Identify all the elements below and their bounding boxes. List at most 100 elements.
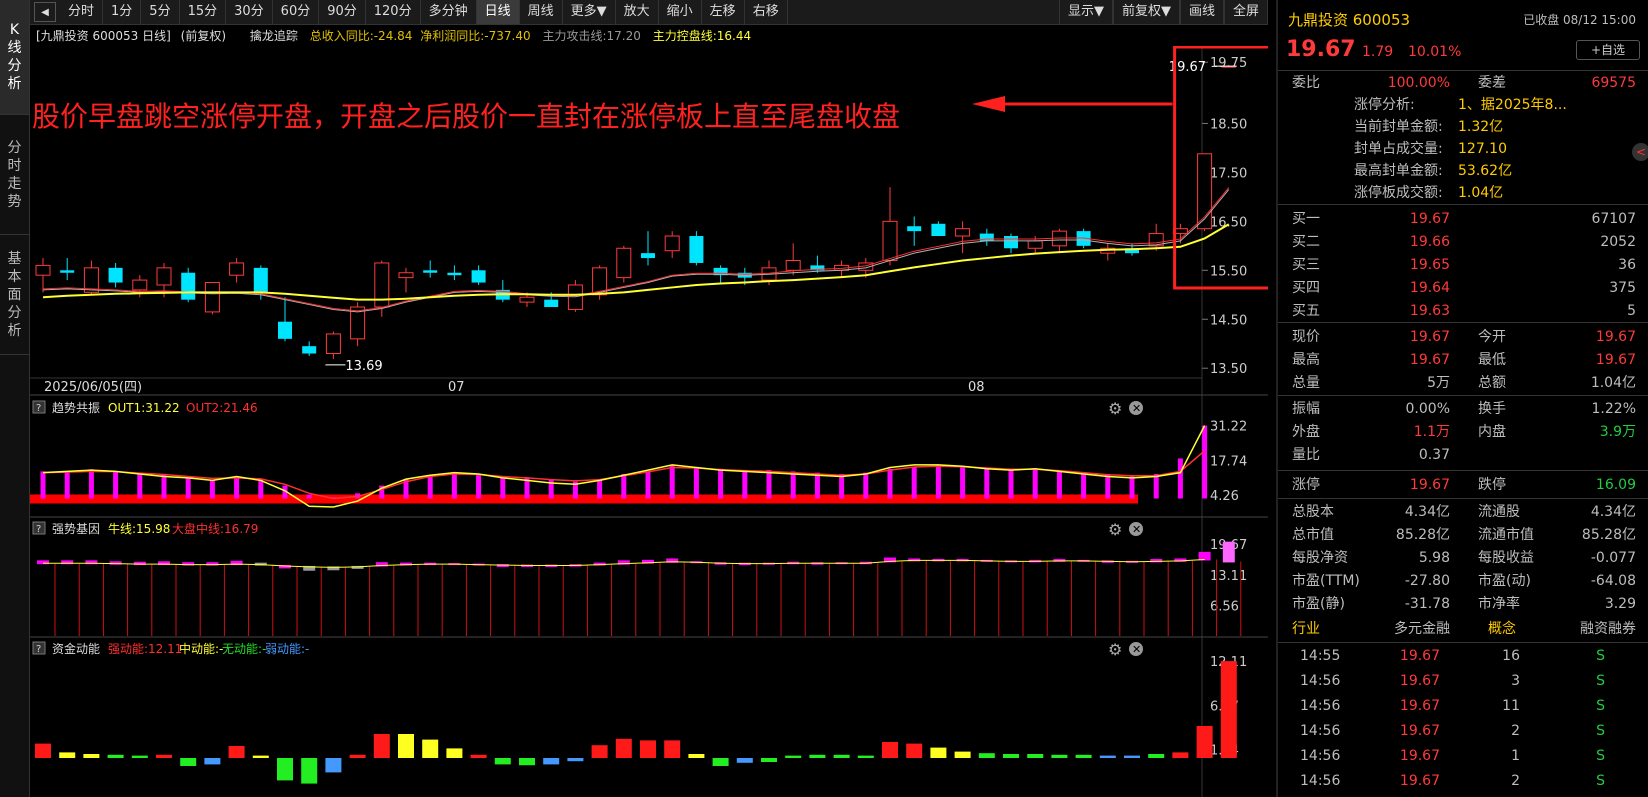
- period-tab-1[interactable]: 1分: [103, 0, 142, 24]
- quote-label: 振幅: [1292, 401, 1320, 417]
- trend-bar: [960, 467, 966, 499]
- toolbar-right-button-3[interactable]: 全屏: [1223, 0, 1268, 24]
- trend-bar: [64, 471, 70, 499]
- weicha-label: 委差: [1478, 75, 1506, 91]
- period-tab-8[interactable]: 多分钟: [421, 0, 477, 24]
- trend-bar: [839, 473, 845, 499]
- quote-row: 现价 19.67 今开 19.67: [1278, 326, 1648, 349]
- tick-time: 14:56: [1300, 673, 1341, 689]
- bid-price: 19.65: [1409, 257, 1450, 273]
- period-tab-0[interactable]: 分时: [60, 0, 104, 24]
- fund-bar: [1027, 754, 1044, 758]
- quote-row: 当前封单金额: 1.32亿: [1278, 116, 1648, 139]
- fund-bar: [83, 754, 100, 758]
- period-tab-3[interactable]: 15分: [180, 0, 227, 24]
- gear-icon[interactable]: ⚙: [1108, 520, 1122, 539]
- fund-bar: [277, 758, 293, 781]
- quote-row: 14:56 19.67 2 S: [1278, 720, 1648, 743]
- fundamental-value: -27.80: [1404, 573, 1450, 589]
- toolbar-right-button-2[interactable]: 画线: [1179, 0, 1224, 24]
- fundamental-value: 85.28亿: [1581, 527, 1636, 543]
- quote-row: 涨停板成交额: 1.04亿: [1278, 182, 1648, 205]
- candle-body: [785, 260, 801, 271]
- fund-bar: [954, 751, 971, 758]
- quote-row: 总市值 85.28亿 流通市值 85.28亿: [1278, 524, 1648, 547]
- tool-button-2[interactable]: 左移: [702, 0, 745, 24]
- bid-price: 19.67: [1409, 211, 1450, 227]
- quote-row: 外盘 1.1万 内盘 3.9万: [1278, 421, 1648, 444]
- trend-bar: [137, 473, 143, 499]
- bid-price: 19.63: [1409, 303, 1450, 319]
- candle-body: [641, 253, 655, 259]
- quote-label: 现价: [1292, 329, 1320, 345]
- period-tab-10[interactable]: 周线: [520, 0, 563, 24]
- period-tab-5[interactable]: 60分: [273, 0, 320, 24]
- quote-row: 委比 100.00% 委差 69575: [1278, 72, 1648, 95]
- fund-bar: [809, 754, 826, 758]
- quote-row: 最高 19.67 最低 19.67: [1278, 349, 1648, 372]
- toolbar-right-button-0[interactable]: 显示▼: [1058, 0, 1113, 24]
- bid-level-label: 买五: [1292, 303, 1320, 319]
- left-tab-0[interactable]: K线分析: [0, 0, 29, 115]
- period-tab-2[interactable]: 5分: [141, 0, 180, 24]
- fundamental-label: 每股净资: [1292, 550, 1348, 566]
- quote-label: 量比: [1292, 447, 1320, 463]
- period-tab-6[interactable]: 90分: [319, 0, 366, 24]
- bid-volume: 2052: [1600, 234, 1636, 250]
- bid-volume: 67107: [1591, 211, 1636, 227]
- trend-bar: [548, 479, 554, 499]
- quote-value: 1.22%: [1591, 401, 1636, 417]
- period-tab-4[interactable]: 30分: [226, 0, 273, 24]
- trend-bar: [1008, 470, 1014, 499]
- fund-bar: [906, 743, 923, 758]
- tick-side: S: [1596, 673, 1605, 689]
- tool-button-1[interactable]: 缩小: [659, 0, 702, 24]
- candle-body: [253, 267, 268, 293]
- chart-area[interactable]: 19.7518.5017.5016.5015.5014.5013.5019.67…: [30, 46, 1268, 797]
- add-favorite-button[interactable]: +自选: [1576, 40, 1640, 60]
- left-tab-2[interactable]: 基本面分析: [0, 235, 29, 355]
- tick-volume: 1: [1511, 748, 1520, 764]
- bid-level-label: 买三: [1292, 257, 1320, 273]
- trend-bar: [984, 468, 990, 499]
- back-icon[interactable]: ◀: [34, 2, 56, 22]
- tool-button-0[interactable]: 放大: [616, 0, 659, 24]
- period-tab-7[interactable]: 120分: [366, 0, 421, 24]
- quote-value: 3.9万: [1599, 424, 1636, 440]
- indicator-name[interactable]: 擒龙追踪: [250, 29, 298, 43]
- quote-row: 行业 多元金融 概念 融资融券: [1278, 618, 1648, 641]
- quote-row: 买三 19.65 36: [1278, 254, 1648, 277]
- annotation-text: 股价早盘跳空涨停开盘，开盘之后股价一直封在涨停板上直至尾盘收盘: [32, 100, 901, 133]
- candle-body: [325, 333, 341, 355]
- left-tab-1[interactable]: 分时走势: [0, 115, 29, 235]
- quote-value: 0.37: [1418, 447, 1450, 463]
- trend-bar: [185, 478, 191, 499]
- toolbar-right-button-1[interactable]: 前复权▼: [1112, 0, 1180, 24]
- fund-bar: [1075, 754, 1092, 758]
- price-axis-label: 16.50: [1210, 215, 1247, 230]
- trend-bar: [451, 472, 457, 499]
- fundamental-value: 5.98: [1418, 550, 1450, 566]
- period-tab-11[interactable]: 更多▼: [563, 0, 616, 24]
- trend-bar: [1153, 473, 1159, 499]
- gear-icon[interactable]: ⚙: [1108, 640, 1122, 659]
- trend-bar: [935, 466, 941, 499]
- candle-body: [35, 264, 51, 276]
- quote-row: 买四 19.64 375: [1278, 277, 1648, 300]
- fund-bar: [712, 758, 729, 766]
- trend-bar: [790, 471, 796, 499]
- fund-bar: [978, 753, 995, 758]
- revenue-yoy: 总收入同比:-24.84: [309, 29, 413, 43]
- fundamental-label: 市盈(动): [1478, 573, 1531, 589]
- help-icon-glyph: ?: [36, 524, 41, 535]
- tick-price: 19.67: [1399, 673, 1440, 689]
- gear-icon[interactable]: ⚙: [1108, 399, 1122, 418]
- expand-arrow-icon[interactable]: <: [1632, 143, 1648, 161]
- fund-bar: [567, 758, 584, 762]
- tool-button-3[interactable]: 右移: [745, 0, 788, 24]
- period-tab-9[interactable]: 日线: [476, 0, 520, 24]
- fundamental-label: 总市值: [1292, 527, 1334, 543]
- gene-bar: [1198, 551, 1211, 561]
- candle-body: [664, 235, 680, 252]
- quote-row: 总股本 4.34亿 流通股 4.34亿: [1278, 501, 1648, 524]
